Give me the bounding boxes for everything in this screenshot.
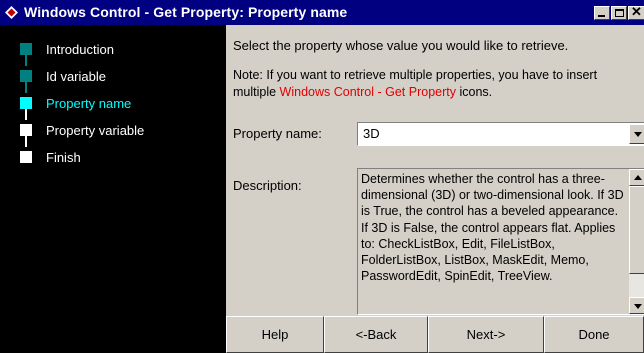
description-text: Determines whether the control has a thr…: [361, 172, 624, 284]
step-label: Property variable: [46, 123, 145, 138]
scroll-up-button[interactable]: [629, 169, 644, 186]
chevron-down-icon: [634, 132, 642, 137]
title-bar[interactable]: Windows Control - Get Property: Property…: [0, 0, 644, 25]
close-icon: ✕: [631, 4, 642, 19]
scroll-thumb[interactable]: [629, 186, 644, 274]
note-text-end: icons.: [456, 85, 493, 99]
help-button[interactable]: Help: [226, 316, 324, 353]
note-text: Note: If you want to retrieve multiple p…: [233, 67, 643, 101]
scroll-down-button[interactable]: [629, 297, 644, 314]
button-bar: Help <-Back Next-> Done: [226, 316, 644, 353]
step-label: Introduction: [46, 42, 114, 57]
step-marker-icon: [20, 124, 32, 136]
minimize-button[interactable]: [594, 6, 610, 20]
step-finish[interactable]: Finish: [0, 147, 226, 167]
minimize-icon: [598, 15, 605, 17]
window-title: Windows Control - Get Property: Property…: [24, 4, 348, 20]
maximize-icon: [615, 9, 624, 17]
step-property-variable[interactable]: Property variable: [0, 120, 226, 140]
step-marker-icon: [20, 43, 32, 55]
property-name-label: Property name:: [233, 126, 322, 141]
step-marker-icon: [20, 70, 32, 82]
arrow-up-icon: [634, 175, 642, 180]
step-label: Finish: [46, 150, 81, 165]
description-scrollbar[interactable]: [629, 169, 644, 314]
step-introduction[interactable]: Introduction: [0, 39, 226, 59]
wizard-content: Select the property whose value you woul…: [226, 25, 644, 316]
intro-text: Select the property whose value you woul…: [233, 38, 569, 53]
step-marker-icon: [20, 151, 32, 163]
step-id-variable[interactable]: Id variable: [0, 66, 226, 86]
close-button[interactable]: ✕: [628, 4, 644, 20]
step-property-name[interactable]: Property name: [0, 93, 226, 113]
description-label: Description:: [233, 178, 302, 193]
back-button[interactable]: <-Back: [324, 316, 428, 353]
done-button[interactable]: Done: [544, 316, 644, 353]
diamond-icon: [5, 6, 18, 19]
step-label: Id variable: [46, 69, 106, 84]
step-marker-icon: [20, 97, 32, 109]
note-highlight: Windows Control - Get Property: [279, 85, 456, 99]
maximize-button[interactable]: [611, 6, 627, 20]
description-box: Determines whether the control has a thr…: [357, 168, 644, 315]
property-name-select[interactable]: 3D: [357, 122, 644, 146]
wizard-window: Windows Control - Get Property: Property…: [0, 0, 644, 353]
property-name-value: 3D: [363, 126, 380, 141]
step-label: Property name: [46, 96, 132, 111]
wizard-steps-sidebar: Introduction Id variable Property name P…: [0, 25, 226, 353]
dropdown-button[interactable]: [629, 124, 644, 144]
arrow-down-icon: [634, 304, 642, 309]
next-button[interactable]: Next->: [428, 316, 544, 353]
